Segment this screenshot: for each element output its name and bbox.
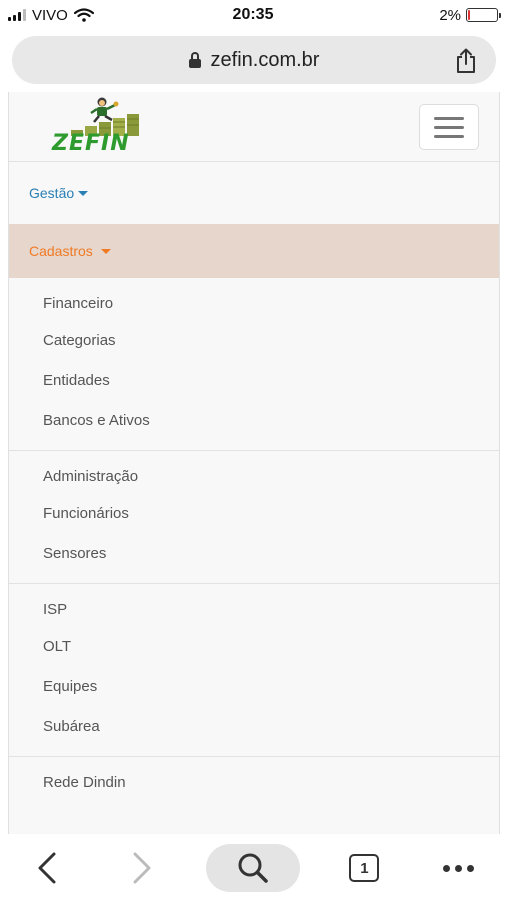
chevron-right-icon bbox=[133, 852, 151, 884]
clock: 20:35 bbox=[232, 6, 274, 23]
nav-item-gestao[interactable]: Gestão bbox=[9, 162, 499, 224]
nav-item-cadastros[interactable]: Cadastros bbox=[9, 224, 499, 278]
dropdown-item-bancos-ativos[interactable]: Bancos e Ativos bbox=[9, 400, 499, 440]
address-bar[interactable]: zefin.com.br bbox=[12, 36, 496, 84]
url-text: zefin.com.br bbox=[210, 48, 320, 71]
carrier-label: VIVO bbox=[32, 6, 68, 24]
back-button[interactable] bbox=[17, 844, 77, 892]
search-icon bbox=[238, 853, 268, 883]
lock-icon bbox=[188, 52, 201, 68]
dropdown-group-4: Rede Dindin bbox=[9, 757, 499, 809]
site-header: ZEFIN bbox=[9, 92, 499, 162]
dropdown-item-rede-dindin[interactable]: Rede Dindin bbox=[9, 765, 499, 799]
menu-toggle-button[interactable] bbox=[419, 104, 479, 150]
chevron-left-icon bbox=[38, 852, 56, 884]
dropdown-group-2: Administração Funcionários Sensores bbox=[9, 451, 499, 584]
caret-down-icon bbox=[100, 248, 111, 254]
logo-text: ZEFIN bbox=[52, 131, 130, 156]
status-right: 2% bbox=[439, 6, 501, 24]
status-left: VIVO bbox=[8, 7, 94, 24]
battery-icon bbox=[466, 8, 501, 22]
dropdown-item-equipes[interactable]: Equipes bbox=[9, 666, 499, 706]
tab-count: 1 bbox=[360, 859, 369, 877]
dropdown-item-entidades[interactable]: Entidades bbox=[9, 360, 499, 400]
battery-percent: 2% bbox=[439, 6, 461, 24]
tabs-button[interactable]: 1 bbox=[334, 844, 394, 892]
dropdown-item-olt[interactable]: OLT bbox=[9, 626, 499, 666]
more-dots-icon bbox=[443, 864, 475, 872]
dropdown-group-3: ISP OLT Equipes Subárea bbox=[9, 584, 499, 757]
browser-toolbar: 1 bbox=[0, 836, 506, 900]
share-icon[interactable] bbox=[454, 48, 478, 74]
web-page: ZEFIN Gestão Cadastros Financeiro Catego… bbox=[8, 92, 500, 834]
nav-item-cadastros-label: Cadastros bbox=[29, 243, 93, 259]
nav-item-gestao-label: Gestão bbox=[29, 185, 75, 201]
wifi-icon bbox=[73, 8, 94, 22]
dropdown-item-subarea[interactable]: Subárea bbox=[9, 706, 499, 746]
signal-icon bbox=[8, 9, 26, 21]
forward-button[interactable] bbox=[112, 844, 172, 892]
dropdown-item-sensores[interactable]: Sensores bbox=[9, 533, 499, 573]
site-logo[interactable]: ZEFIN bbox=[49, 96, 149, 158]
more-button[interactable] bbox=[429, 844, 489, 892]
battery-level bbox=[468, 10, 470, 20]
url-display[interactable]: zefin.com.br bbox=[188, 48, 320, 72]
tabs-icon: 1 bbox=[349, 854, 380, 882]
dropdown-item-financeiro[interactable]: Financeiro bbox=[9, 286, 499, 320]
dropdown-item-funcionarios[interactable]: Funcionários bbox=[9, 493, 499, 533]
dropdown-item-isp[interactable]: ISP bbox=[9, 592, 499, 626]
dropdown-group-1: Financeiro Categorias Entidades Bancos e… bbox=[9, 278, 499, 451]
status-bar: VIVO 20:35 2% bbox=[0, 0, 506, 30]
dropdown-item-categorias[interactable]: Categorias bbox=[9, 320, 499, 360]
caret-down-icon bbox=[78, 190, 89, 196]
hamburger-icon bbox=[434, 116, 464, 120]
search-button[interactable] bbox=[205, 844, 300, 892]
dropdown-item-administracao[interactable]: Administração bbox=[9, 459, 499, 493]
